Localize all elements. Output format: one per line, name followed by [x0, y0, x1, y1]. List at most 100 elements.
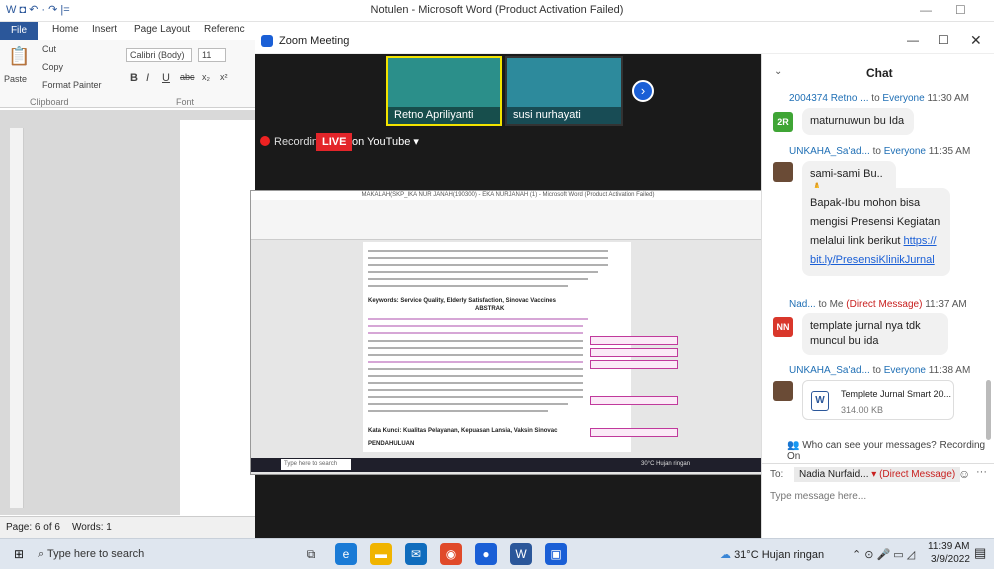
participant-tile[interactable]: Retno Apriliyanti	[386, 56, 502, 126]
edge-icon[interactable]: e	[335, 543, 357, 565]
text-line	[368, 257, 608, 259]
people-icon: 👥	[787, 440, 803, 451]
shared-taskbar: Type here to search 30°C Hujan ringan	[251, 458, 765, 472]
zoom-minimize-icon[interactable]: —	[907, 33, 919, 47]
clock-time[interactable]: 11:39 AM	[928, 541, 970, 552]
sender-name: 2004374 Retno ...	[789, 93, 869, 104]
word-title-bar: W ◘ ↶ · ↷ |= Notulen - Microsoft Word (P…	[0, 0, 994, 22]
live-destination-dropdown[interactable]: on YouTube ▾	[352, 133, 419, 151]
strikethrough-button[interactable]: abc	[180, 72, 195, 82]
chrome-icon[interactable]: ◉	[440, 543, 462, 565]
file-tab[interactable]: File	[0, 22, 38, 40]
subscript-button[interactable]: x₂	[202, 72, 210, 82]
chat-message: maturnuwun bu Ida	[802, 108, 914, 135]
recording-indicator[interactable]: Recording	[260, 133, 324, 151]
chat-title: Chat	[866, 66, 893, 80]
text-line	[368, 264, 608, 266]
tab-references[interactable]: Referenc	[204, 24, 245, 35]
next-page-button[interactable]: ›	[632, 80, 654, 102]
word-ribbon: 📋 Paste Cut Copy Format Painter Calibri …	[0, 40, 255, 108]
taskbar-search-box[interactable]: ⌕ Type here to search	[38, 543, 248, 565]
text-line	[368, 347, 583, 349]
file-explorer-icon[interactable]: ▬	[370, 543, 392, 565]
maximize-icon[interactable]: ☐	[955, 3, 966, 17]
cut-button[interactable]: Cut	[42, 44, 56, 54]
system-tray-icons[interactable]: ⌃ ⊙ 🎤 ▭ ◿	[852, 548, 915, 561]
copy-button[interactable]: Copy	[42, 62, 63, 72]
file-attachment[interactable]: W Templete Jurnal Smart 20... 314.00 KB	[802, 380, 954, 420]
highlighted-line	[368, 325, 583, 327]
recipient-select[interactable]: Nadia Nurfaid... ▾ (Direct Message)	[794, 467, 961, 482]
superscript-button[interactable]: x²	[220, 72, 228, 82]
comment-balloon[interactable]	[590, 428, 678, 437]
text-line	[368, 375, 583, 377]
zoom-window-title: Zoom Meeting	[279, 35, 350, 47]
font-group-label: Font	[176, 97, 195, 107]
comment-balloon[interactable]	[590, 360, 678, 369]
format-painter-button[interactable]: Format Painter	[42, 80, 102, 90]
notification-icon[interactable]: ▤	[974, 545, 986, 561]
shared-weather: 30°C Hujan ringan	[641, 461, 691, 467]
clock-date[interactable]: 3/9/2022	[931, 554, 970, 565]
shared-ribbon	[251, 200, 765, 240]
paste-button[interactable]: Paste	[4, 74, 27, 84]
chat-scrollbar[interactable]	[986, 380, 991, 440]
live-badge[interactable]: LIVE	[316, 133, 353, 151]
word-taskbar-icon[interactable]: W	[510, 543, 532, 565]
chat-sender-line: Nad... to Me (Direct Message) 11:37 AM	[789, 299, 967, 310]
highlighted-line	[368, 332, 583, 334]
participant-tile[interactable]: susi nurhayati	[505, 56, 623, 126]
participant-name: Retno Apriliyanti	[388, 107, 500, 124]
text-line	[368, 368, 583, 370]
text-line	[368, 340, 583, 342]
tab-insert[interactable]: Insert	[92, 24, 117, 35]
emoji-icon[interactable]: ☺	[958, 467, 970, 481]
search-icon: ⌕	[38, 548, 48, 560]
text-line	[368, 396, 583, 398]
who-can-see-link[interactable]: 👥 Who can see your messages? Recording O…	[787, 440, 994, 462]
page-count: Page: 6 of 6	[6, 522, 60, 533]
comment-balloon[interactable]	[590, 348, 678, 357]
zoom-logo-icon	[261, 35, 273, 47]
chat-sender-line: 2004374 Retno ... to Everyone 11:30 AM	[789, 93, 969, 104]
tab-home[interactable]: Home	[52, 24, 79, 35]
text-line	[368, 250, 608, 252]
text-line	[368, 403, 568, 405]
tab-page-layout[interactable]: Page Layout	[134, 24, 190, 35]
chat-message: Bapak-Ibu mohon bisa mengisi Presensi Ke…	[802, 188, 950, 276]
shared-search-box: Type here to search	[281, 459, 351, 470]
underline-button[interactable]: U	[162, 72, 170, 84]
word-count[interactable]: Words: 1	[72, 522, 112, 533]
text-line	[368, 410, 548, 412]
mail-icon[interactable]: ✉	[405, 543, 427, 565]
italic-button[interactable]: I	[146, 72, 149, 84]
windows-start-icon[interactable]: ⊞	[14, 547, 24, 561]
chat-message-input[interactable]	[770, 487, 985, 505]
font-size-select[interactable]: 11	[198, 48, 226, 62]
minimize-icon[interactable]: —	[920, 3, 932, 17]
text-line	[368, 382, 583, 384]
zoom-maximize-icon[interactable]: ☐	[938, 33, 949, 47]
avatar	[773, 162, 793, 182]
comment-balloon[interactable]	[590, 396, 678, 405]
font-name-select[interactable]: Calibri (Body)	[126, 48, 192, 62]
avatar	[773, 381, 793, 401]
zoom-title-bar: Zoom Meeting — ☐ ✕	[255, 30, 994, 54]
word-window-title: Notulen - Microsoft Word (Product Activa…	[370, 4, 624, 16]
zoom-meeting-taskbar-icon[interactable]: ▣	[545, 543, 567, 565]
chat-sender-line: UNKAHA_Sa'ad... to Everyone 11:38 AM	[789, 365, 971, 376]
word-page[interactable]	[180, 120, 255, 520]
comment-balloon[interactable]	[590, 336, 678, 345]
text-line	[368, 278, 588, 280]
word-ribbon-tabs: Home Insert Page Layout Referenc	[38, 22, 255, 40]
bold-button[interactable]: B	[130, 72, 138, 84]
zoom-close-icon[interactable]: ✕	[970, 32, 982, 49]
taskbar-weather[interactable]: ☁ 31°C Hujan ringan	[720, 548, 824, 561]
task-view-icon[interactable]: ⧉	[300, 543, 322, 565]
record-icon	[260, 136, 270, 146]
highlighted-line	[368, 361, 583, 363]
chevron-down-icon[interactable]: ⌄	[774, 66, 782, 77]
highlighted-line	[368, 318, 588, 320]
more-options-icon[interactable]: ···	[976, 466, 987, 478]
zoom-taskbar-icon[interactable]: ●	[475, 543, 497, 565]
